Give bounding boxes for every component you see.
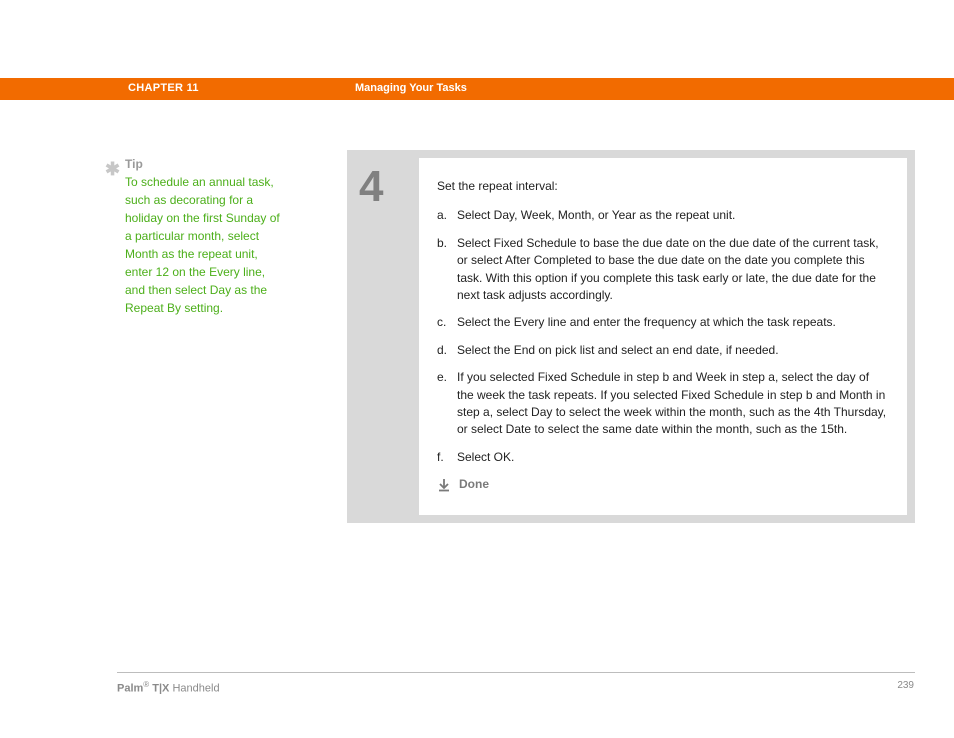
step-number: 4 [359, 162, 407, 212]
step-list: a. Select Day, Week, Month, or Year as t… [437, 207, 889, 466]
step-heading: Set the repeat interval: [437, 178, 889, 195]
list-text: Select Fixed Schedule to base the due da… [457, 235, 889, 305]
footer-left: Palm® T|X Handheld [117, 680, 220, 695]
list-text: Select the Every line and enter the freq… [457, 314, 889, 331]
list-marker: a. [437, 207, 457, 224]
asterisk-icon: ✱ [105, 156, 120, 183]
list-text: If you selected Fixed Schedule in step b… [457, 369, 889, 439]
footer-divider [117, 672, 915, 673]
done-row: Done [437, 476, 889, 493]
chapter-header-bar: CHAPTER 11 Managing Your Tasks [0, 78, 954, 100]
list-item: e. If you selected Fixed Schedule in ste… [437, 369, 889, 439]
tip-label: Tip [107, 155, 282, 173]
footer-model: T|X [149, 683, 169, 695]
list-text: Select the End on pick list and select a… [457, 342, 889, 359]
list-item: d. Select the End on pick list and selec… [437, 342, 889, 359]
list-marker: d. [437, 342, 457, 359]
tip-callout: ✱ Tip To schedule an annual task, such a… [107, 155, 282, 317]
list-item: f. Select OK. [437, 449, 889, 466]
footer-suffix: Handheld [169, 683, 219, 695]
arrow-down-bar-icon [437, 478, 451, 492]
list-marker: c. [437, 314, 457, 331]
step-content: Set the repeat interval: a. Select Day, … [419, 158, 907, 515]
chapter-title: Managing Your Tasks [355, 82, 467, 94]
document-page: CHAPTER 11 Managing Your Tasks ✱ Tip To … [0, 0, 954, 738]
page-number: 239 [897, 680, 914, 691]
list-item: a. Select Day, Week, Month, or Year as t… [437, 207, 889, 224]
list-item: b. Select Fixed Schedule to base the due… [437, 235, 889, 305]
list-text: Select OK. [457, 449, 889, 466]
list-marker: b. [437, 235, 457, 305]
footer-brand: Palm [117, 683, 143, 695]
list-item: c. Select the Every line and enter the f… [437, 314, 889, 331]
chapter-label: CHAPTER 11 [128, 82, 199, 94]
step-panel: 4 Set the repeat interval: a. Select Day… [347, 150, 915, 523]
done-label: Done [459, 476, 489, 493]
tip-body: To schedule an annual task, such as deco… [107, 173, 282, 317]
list-marker: e. [437, 369, 457, 439]
list-text: Select Day, Week, Month, or Year as the … [457, 207, 889, 224]
list-marker: f. [437, 449, 457, 466]
